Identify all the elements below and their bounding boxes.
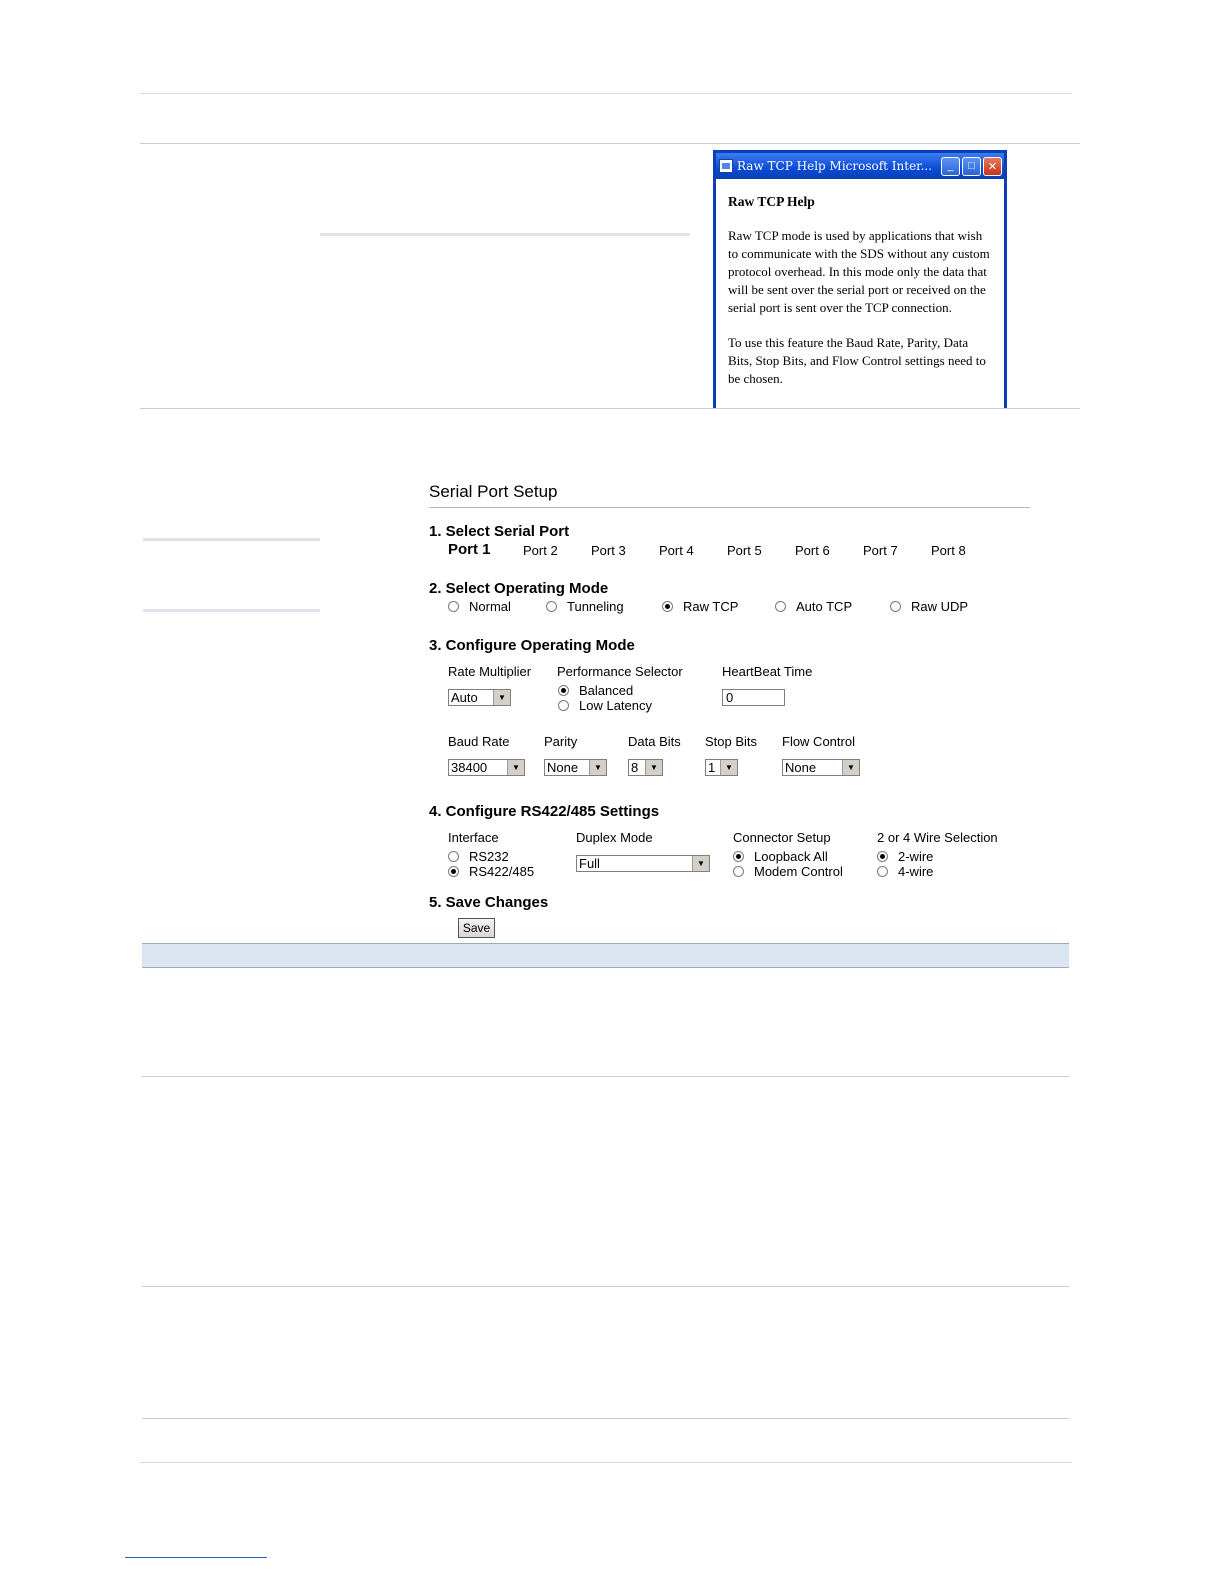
rate-multiplier-label: Rate Multiplier <box>448 664 532 679</box>
maximize-icon[interactable]: □ <box>962 156 981 176</box>
baud-rate-label: Baud Rate <box>448 734 510 749</box>
connector-option-loopback-all[interactable]: Loopback All <box>733 849 828 864</box>
radio-selected-icon[interactable] <box>448 866 459 877</box>
radio-icon[interactable] <box>558 700 569 711</box>
radio-selected-icon[interactable] <box>733 851 744 862</box>
close-icon[interactable]: ✕ <box>983 156 1002 176</box>
rate-multiplier-select[interactable]: Auto ▼ <box>448 689 511 706</box>
flow-control-label: Flow Control <box>782 734 855 749</box>
port-tab-5[interactable]: Port 5 <box>727 543 762 558</box>
table-rule <box>142 1286 1069 1287</box>
performance-selector-label: Performance Selector <box>557 664 683 679</box>
wire-option-4-wire[interactable]: 4-wire <box>877 864 933 879</box>
section-heading: 3. Configure Operating Mode <box>429 637 635 654</box>
port-tab-7[interactable]: Port 7 <box>863 543 898 558</box>
wire-selection-label: 2 or 4 Wire Selection <box>877 830 998 845</box>
stop-bits-select[interactable]: 1 ▼ <box>705 759 738 776</box>
help-titlebar[interactable]: Raw TCP Help Microsoft Inter... _ □ ✕ <box>716 153 1004 179</box>
help-paragraph: Raw TCP mode is used by applications tha… <box>728 228 990 315</box>
section-heading: 1. Select Serial Port <box>429 523 570 540</box>
save-button[interactable]: Save <box>458 918 495 938</box>
table-rule <box>142 1418 1069 1419</box>
radio-icon[interactable] <box>448 601 459 612</box>
radio-icon[interactable] <box>775 601 786 612</box>
duplex-mode-select[interactable]: Full ▼ <box>576 855 710 872</box>
table-header-band <box>142 943 1069 968</box>
top-rule <box>140 93 1072 94</box>
mode-option-tunneling[interactable]: Tunneling <box>546 599 624 614</box>
page-title: Serial Port Setup <box>429 482 1030 508</box>
mode-option-normal[interactable]: Normal <box>448 599 511 614</box>
dropdown-arrow-icon[interactable]: ▼ <box>507 760 524 775</box>
port-tab-6[interactable]: Port 6 <box>795 543 830 558</box>
radio-icon[interactable] <box>733 866 744 877</box>
minimize-icon[interactable]: _ <box>941 156 960 176</box>
radio-selected-icon[interactable] <box>662 601 673 612</box>
cell-rule <box>143 609 320 612</box>
connector-setup-label: Connector Setup <box>733 830 831 845</box>
help-window-title: Raw TCP Help Microsoft Inter... <box>737 159 933 173</box>
cell-rule <box>320 233 690 236</box>
radio-icon[interactable] <box>546 601 557 612</box>
radio-icon[interactable] <box>890 601 901 612</box>
performance-option-balanced[interactable]: Balanced <box>558 683 633 698</box>
dropdown-arrow-icon[interactable]: ▼ <box>720 760 737 775</box>
section-heading: 5. Save Changes <box>429 894 549 911</box>
port-tab-2[interactable]: Port 2 <box>523 543 558 558</box>
dropdown-arrow-icon[interactable]: ▼ <box>589 760 606 775</box>
performance-option-low-latency[interactable]: Low Latency <box>558 698 652 713</box>
port-tab-3[interactable]: Port 3 <box>591 543 626 558</box>
interface-label: Interface <box>448 830 499 845</box>
mode-option-raw-tcp[interactable]: Raw TCP <box>662 599 738 614</box>
section-heading: 4. Configure RS422/485 Settings <box>429 803 660 820</box>
heartbeat-label: HeartBeat Time <box>722 664 813 679</box>
parity-select[interactable]: None ▼ <box>544 759 607 776</box>
mode-option-raw-udp[interactable]: Raw UDP <box>890 599 968 614</box>
interface-option-rs422-485[interactable]: RS422/485 <box>448 864 534 879</box>
flow-control-select[interactable]: None ▼ <box>782 759 860 776</box>
wire-option-2-wire[interactable]: 2-wire <box>877 849 933 864</box>
dropdown-arrow-icon[interactable]: ▼ <box>842 760 859 775</box>
help-heading: Raw TCP Help <box>728 194 815 209</box>
bottom-rule <box>140 1462 1072 1463</box>
data-bits-select[interactable]: 8 ▼ <box>628 759 663 776</box>
dropdown-arrow-icon[interactable]: ▼ <box>692 856 709 871</box>
port-tab-4[interactable]: Port 4 <box>659 543 694 558</box>
port-tab-1[interactable]: Port 1 <box>448 541 491 558</box>
port-tab-8[interactable]: Port 8 <box>931 543 966 558</box>
duplex-mode-label: Duplex Mode <box>576 830 653 845</box>
radio-icon[interactable] <box>877 866 888 877</box>
help-paragraph: To use this feature the Baud Rate, Parit… <box>728 335 986 386</box>
stop-bits-label: Stop Bits <box>705 734 758 749</box>
section-heading: 2. Select Operating Mode <box>429 580 609 597</box>
ie-window-icon <box>719 159 733 173</box>
cell-rule <box>143 538 320 541</box>
radio-icon[interactable] <box>448 851 459 862</box>
dropdown-arrow-icon[interactable]: ▼ <box>493 690 510 705</box>
mode-option-auto-tcp[interactable]: Auto TCP <box>775 599 852 614</box>
table-rule <box>140 408 1080 409</box>
radio-selected-icon[interactable] <box>877 851 888 862</box>
help-body: Raw TCP Help Raw TCP mode is used by app… <box>716 179 1004 388</box>
interface-option-rs232[interactable]: RS232 <box>448 849 509 864</box>
parity-label: Parity <box>544 734 578 749</box>
dropdown-arrow-icon[interactable]: ▼ <box>645 760 662 775</box>
footnote-rule <box>125 1557 267 1558</box>
data-bits-label: Data Bits <box>628 734 681 749</box>
help-window: Raw TCP Help Microsoft Inter... _ □ ✕ Ra… <box>713 150 1007 408</box>
serial-port-setup-panel: Serial Port Setup 1. Select Serial Port … <box>429 482 1030 938</box>
heartbeat-input[interactable]: 0 <box>722 689 785 706</box>
table-rule <box>140 143 1080 144</box>
connector-option-modem-control[interactable]: Modem Control <box>733 864 843 879</box>
table-rule <box>142 1076 1069 1077</box>
radio-selected-icon[interactable] <box>558 685 569 696</box>
baud-rate-select[interactable]: 38400 ▼ <box>448 759 525 776</box>
